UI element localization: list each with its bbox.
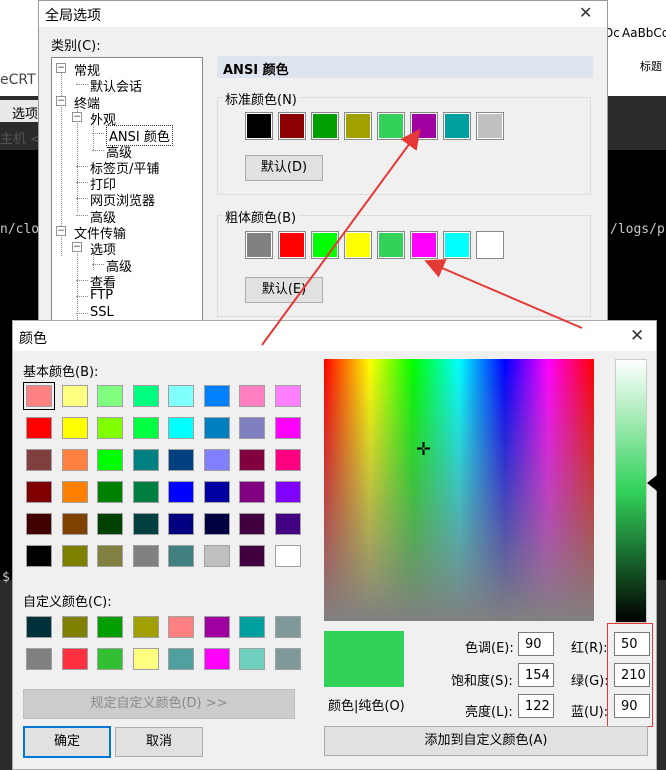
arrow-to-bold-green bbox=[424, 259, 583, 329]
annotation-arrows bbox=[261, 128, 583, 346]
arrow-to-normal-green bbox=[261, 128, 421, 346]
